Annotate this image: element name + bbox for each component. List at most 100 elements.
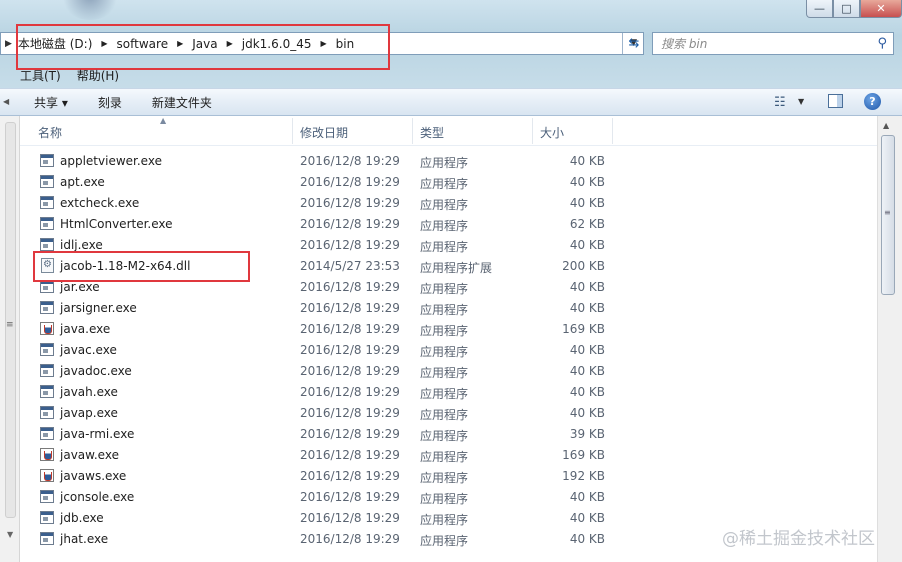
file-date: 2016/12/8 19:29 bbox=[300, 448, 400, 462]
scroll-grip-icon[interactable]: ≡ bbox=[884, 208, 891, 217]
file-type: 应用程序 bbox=[420, 303, 469, 317]
scroll-down-icon[interactable]: ▼ bbox=[7, 530, 13, 539]
views-icon[interactable]: ☷ bbox=[774, 95, 786, 110]
file-row[interactable]: javah.exe 2016/12/8 19:29 应用程序 40 KB bbox=[20, 382, 877, 403]
java-app-icon bbox=[40, 322, 54, 335]
file-date: 2016/12/8 19:29 bbox=[300, 238, 400, 252]
search-input[interactable]: 搜索 bin ⚲ bbox=[652, 32, 894, 55]
file-name: javaw.exe bbox=[60, 448, 119, 462]
frame-decoration bbox=[60, 0, 120, 20]
column-type[interactable]: 类型 bbox=[420, 124, 444, 141]
file-row[interactable]: javaws.exe 2016/12/8 19:29 应用程序 192 KB bbox=[20, 466, 877, 487]
exe-file-icon bbox=[40, 490, 54, 503]
file-size: 40 KB bbox=[569, 364, 605, 378]
exe-file-icon bbox=[40, 364, 54, 377]
file-size: 40 KB bbox=[569, 532, 605, 546]
file-name: extcheck.exe bbox=[60, 196, 140, 210]
file-type: 应用程序 bbox=[420, 534, 469, 548]
file-row[interactable]: javap.exe 2016/12/8 19:29 应用程序 40 KB bbox=[20, 403, 877, 424]
exe-file-icon bbox=[40, 532, 54, 545]
address-history-arrow-icon[interactable]: ▶ bbox=[5, 39, 12, 49]
help-icon[interactable]: ? bbox=[864, 93, 881, 110]
close-button[interactable]: ✕ bbox=[860, 0, 902, 18]
exe-file-icon bbox=[40, 343, 54, 356]
burn-button[interactable]: 刻录 bbox=[98, 94, 122, 111]
file-date: 2016/12/8 19:29 bbox=[300, 154, 400, 168]
scroll-grip-icon[interactable]: ≡ bbox=[6, 320, 14, 330]
file-date: 2016/12/8 19:29 bbox=[300, 385, 400, 399]
file-date: 2016/12/8 19:29 bbox=[300, 301, 400, 315]
file-type: 应用程序 bbox=[420, 387, 469, 401]
watermark: @稀土掘金技术社区 bbox=[722, 529, 875, 549]
file-size: 40 KB bbox=[569, 238, 605, 252]
file-size: 40 KB bbox=[569, 343, 605, 357]
file-type: 应用程序 bbox=[420, 219, 469, 233]
toolbar-overflow-icon[interactable]: ◀ bbox=[3, 97, 9, 106]
file-row[interactable]: HtmlConverter.exe 2016/12/8 19:29 应用程序 62 K… bbox=[20, 214, 877, 235]
file-date: 2016/12/8 19:29 bbox=[300, 469, 400, 483]
refresh-icon[interactable]: ⇆ bbox=[622, 33, 645, 54]
file-size: 40 KB bbox=[569, 280, 605, 294]
minimize-button[interactable]: — bbox=[806, 0, 833, 18]
file-date: 2014/5/27 23:53 bbox=[300, 259, 400, 273]
file-row[interactable]: java.exe 2016/12/8 19:29 应用程序 169 KB bbox=[20, 319, 877, 340]
file-row[interactable]: javaw.exe 2016/12/8 19:29 应用程序 169 KB bbox=[20, 445, 877, 466]
new-folder-button[interactable]: 新建文件夹 bbox=[152, 94, 212, 111]
file-type: 应用程序 bbox=[420, 513, 469, 527]
column-divider[interactable] bbox=[612, 118, 613, 144]
file-row[interactable]: jconsole.exe 2016/12/8 19:29 应用程序 40 KB bbox=[20, 487, 877, 508]
share-button[interactable]: 共享 ▾ bbox=[34, 94, 68, 111]
column-divider[interactable] bbox=[292, 118, 293, 144]
maximize-button[interactable]: □ bbox=[833, 0, 860, 18]
scroll-up-icon[interactable]: ▲ bbox=[883, 121, 889, 130]
file-row[interactable]: javadoc.exe 2016/12/8 19:29 应用程序 40 KB bbox=[20, 361, 877, 382]
file-date: 2016/12/8 19:29 bbox=[300, 175, 400, 189]
exe-file-icon bbox=[40, 385, 54, 398]
file-date: 2016/12/8 19:29 bbox=[300, 406, 400, 420]
file-type: 应用程序 bbox=[420, 240, 469, 254]
exe-file-icon bbox=[40, 217, 54, 230]
exe-file-icon bbox=[40, 511, 54, 524]
column-header-row: ▲ 名称 修改日期 类型 大小 bbox=[20, 116, 877, 146]
file-list: ▲ 名称 修改日期 类型 大小 appletviewer.exe 2016/12/… bbox=[20, 116, 877, 562]
file-name: javadoc.exe bbox=[60, 364, 132, 378]
file-size: 40 KB bbox=[569, 406, 605, 420]
file-row[interactable]: apt.exe 2016/12/8 19:29 应用程序 40 KB bbox=[20, 172, 877, 193]
preview-pane-icon[interactable] bbox=[828, 94, 843, 108]
file-size: 40 KB bbox=[569, 385, 605, 399]
command-bar: ◀ 共享 ▾ 刻录 新建文件夹 ☷ ▼ ? bbox=[0, 88, 902, 116]
file-type: 应用程序 bbox=[420, 492, 469, 506]
window-controls: — □ ✕ bbox=[806, 0, 902, 20]
menu-bar: 工具(T) 帮助(H) bbox=[0, 64, 902, 86]
file-row[interactable]: javac.exe 2016/12/8 19:29 应用程序 40 KB bbox=[20, 340, 877, 361]
column-name[interactable]: 名称 bbox=[38, 124, 62, 141]
file-date: 2016/12/8 19:29 bbox=[300, 280, 400, 294]
menu-tools[interactable]: 工具(T) bbox=[20, 67, 61, 84]
file-row[interactable]: appletviewer.exe 2016/12/8 19:29 应用程序 40 KB bbox=[20, 151, 877, 172]
file-type: 应用程序 bbox=[420, 345, 469, 359]
search-icon[interactable]: ⚲ bbox=[877, 36, 887, 51]
file-type: 应用程序 bbox=[420, 471, 469, 485]
file-date: 2016/12/8 19:29 bbox=[300, 217, 400, 231]
file-date: 2016/12/8 19:29 bbox=[300, 364, 400, 378]
column-date[interactable]: 修改日期 bbox=[300, 124, 348, 141]
file-size: 39 KB bbox=[569, 427, 605, 441]
column-size[interactable]: 大小 bbox=[540, 124, 564, 141]
file-name: javah.exe bbox=[60, 385, 118, 399]
views-dropdown-icon[interactable]: ▼ bbox=[798, 97, 804, 106]
file-row[interactable]: jarsigner.exe 2016/12/8 19:29 应用程序 40 KB bbox=[20, 298, 877, 319]
file-type: 应用程序 bbox=[420, 408, 469, 422]
file-date: 2016/12/8 19:29 bbox=[300, 343, 400, 357]
column-divider[interactable] bbox=[532, 118, 533, 144]
file-type: 应用程序 bbox=[420, 177, 469, 191]
file-size: 169 KB bbox=[562, 448, 605, 462]
file-name: jconsole.exe bbox=[60, 490, 135, 504]
sort-ascending-icon: ▲ bbox=[160, 116, 167, 125]
file-row[interactable]: extcheck.exe 2016/12/8 19:29 应用程序 40 KB bbox=[20, 193, 877, 214]
file-size: 62 KB bbox=[569, 217, 605, 231]
menu-help[interactable]: 帮助(H) bbox=[77, 67, 119, 84]
annotation-box-dll bbox=[33, 251, 250, 282]
file-size: 192 KB bbox=[562, 469, 605, 483]
file-row[interactable]: java-rmi.exe 2016/12/8 19:29 应用程序 39 KB bbox=[20, 424, 877, 445]
column-divider[interactable] bbox=[412, 118, 413, 144]
